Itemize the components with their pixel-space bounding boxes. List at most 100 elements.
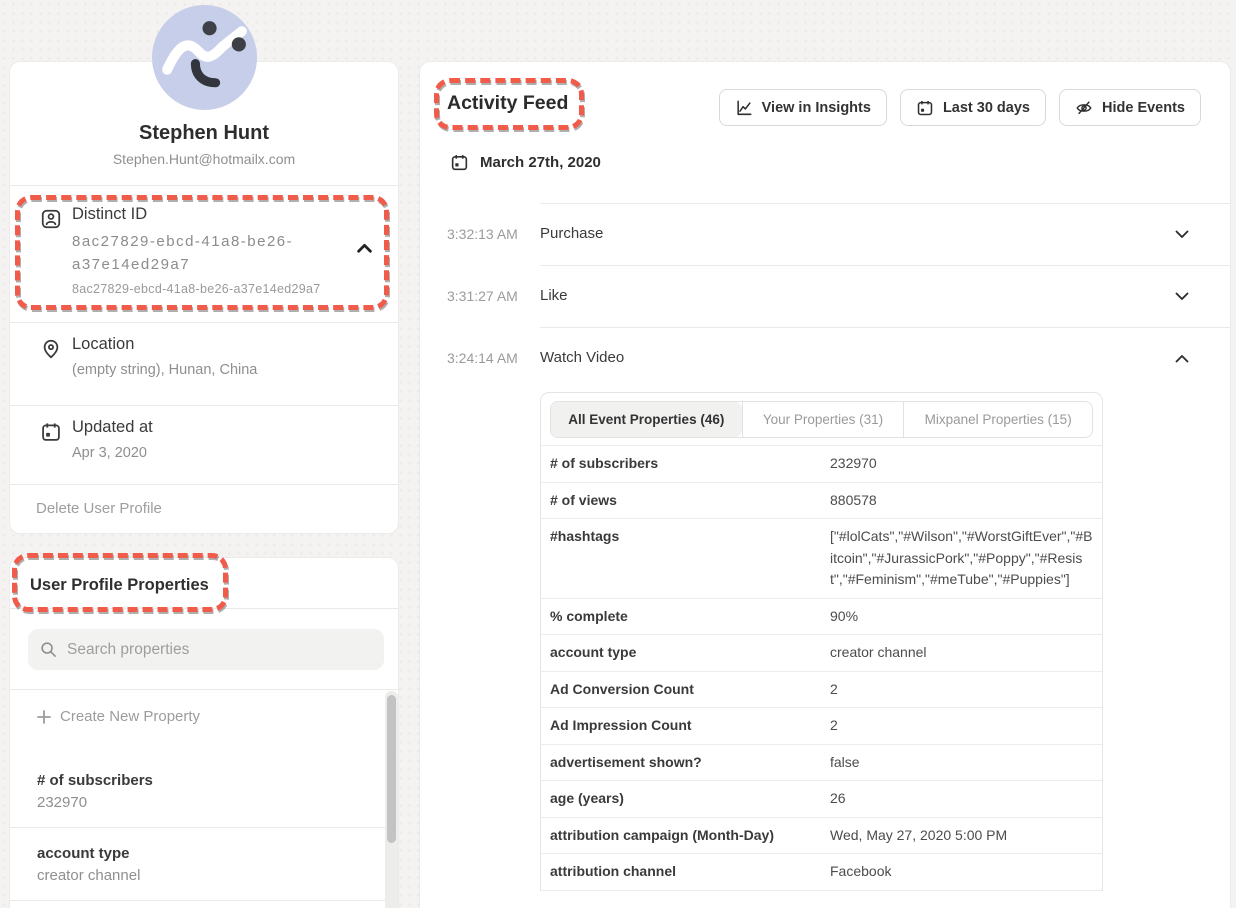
table-row: Ad Impression Count 2 [541,708,1102,745]
events-list: 3:32:13 AM Purchase 3:31:27 AM Like 3:24… [420,203,1230,891]
hide-events-button[interactable]: Hide Events [1059,89,1201,126]
property-name: account type [37,845,368,862]
search-icon [40,641,57,658]
property-label: # of subscribers [541,453,830,475]
hide-events-label: Hide Events [1102,100,1185,116]
divider [10,608,398,609]
line-chart-icon [735,99,753,117]
property-value: Wed, May 27, 2020 5:00 PM [830,825,1102,847]
property-label: attribution channel [541,861,830,883]
distinct-id-small-value: 8ac27829-ebcd-41a8-be26-a37e14ed29a7 [72,282,321,296]
property-value: 2 [830,679,1102,701]
activity-feed-card: Activity Feed View in Insights Last 30 d… [420,62,1230,908]
property-value: 880578 [830,490,1102,512]
property-value: 232970 [830,453,1102,475]
event-detail-panel: All Event Properties (46)Your Properties… [540,392,1103,891]
chevron-up-icon[interactable] [1175,354,1189,363]
list-item[interactable]: account type creator channel [10,828,398,901]
table-row: advertisement shown? false [541,745,1102,782]
table-row: # of views 880578 [541,483,1102,520]
distinct-id-label: Distinct ID [72,205,147,224]
property-label: % complete [541,606,830,628]
contact-card-icon [40,208,62,230]
property-value: creator channel [830,642,1102,664]
property-label: # of views [541,490,830,512]
chevron-down-icon[interactable] [1175,292,1189,301]
tab-your-properties[interactable]: Your Properties (31) [742,402,904,437]
event-properties-tabs: All Event Properties (46)Your Properties… [550,401,1093,438]
map-pin-icon [40,338,62,360]
property-value: creator channel [37,867,368,884]
property-label: age (years) [541,788,830,810]
divider [10,484,398,485]
user-profile-properties-card: User Profile Properties Create New Prope… [10,558,398,908]
property-label: advertisement shown? [541,752,830,774]
table-row: % complete 90% [541,599,1102,636]
property-name: # of subscribers [37,772,368,789]
table-row: # of subscribers 232970 [541,446,1102,483]
divider [10,185,398,186]
table-row: #hashtags ["#lolCats","#Wilson","#WorstG… [541,519,1102,599]
table-row: attribution channel Facebook [541,854,1102,891]
user-name: Stephen Hunt [10,122,398,145]
create-new-property-button[interactable]: Create New Property [10,690,398,739]
event-timestamp: 3:24:14 AM [447,350,518,366]
chevron-up-icon[interactable] [357,243,372,253]
calendar-icon [40,421,62,443]
event-name: Purchase [540,225,603,242]
property-label: Ad Conversion Count [541,679,830,701]
date-group-label: March 27th, 2020 [480,154,601,171]
property-value: 90% [830,606,1102,628]
updated-at-value: Apr 3, 2020 [72,445,147,461]
event-timestamp: 3:32:13 AM [447,226,518,242]
property-label: attribution campaign (Month-Day) [541,825,830,847]
scrollbar-track[interactable] [385,691,398,908]
updated-at-label: Updated at [72,418,153,437]
table-row: age (years) 26 [541,781,1102,818]
table-row: attribution campaign (Month-Day) Wed, Ma… [541,818,1102,855]
create-new-property-label: Create New Property [60,708,200,725]
property-label: account type [541,642,830,664]
calendar-icon [916,99,934,117]
eye-off-icon [1075,99,1093,117]
property-value: 232970 [37,794,368,811]
divider [10,405,398,406]
activity-toolbar: View in Insights Last 30 days Hide Event… [719,89,1201,126]
event-row[interactable]: 3:31:27 AM Like [420,266,1230,327]
list-item[interactable]: # of subscribers 232970 [10,755,398,828]
chevron-down-icon[interactable] [1175,230,1189,239]
event-row[interactable]: 3:24:14 AM Watch Video [420,328,1230,389]
calendar-icon [450,153,469,172]
property-label: #hashtags [541,526,830,591]
event-row[interactable]: 3:32:13 AM Purchase [420,204,1230,265]
scrollbar-thumb[interactable] [387,695,396,843]
location-value: (empty string), Hunan, China [72,362,257,378]
properties-list: Create New Property # of subscribers 232… [10,690,398,908]
table-row: Ad Conversion Count 2 [541,672,1102,709]
property-value: ["#lolCats","#Wilson","#WorstGiftEver","… [830,526,1102,591]
table-row: account type creator channel [541,635,1102,672]
properties-title: User Profile Properties [30,576,209,595]
date-range-button[interactable]: Last 30 days [900,89,1046,126]
date-group-header: March 27th, 2020 [450,153,601,172]
delete-user-profile-link[interactable]: Delete User Profile [36,500,162,517]
view-in-insights-label: View in Insights [762,100,871,116]
plus-icon [37,710,51,724]
property-value: Facebook [830,861,1102,883]
view-in-insights-button[interactable]: View in Insights [719,89,887,126]
search-properties-input[interactable] [67,641,372,659]
event-name: Watch Video [540,349,624,366]
activity-feed-title: Activity Feed [447,92,568,115]
search-properties-box[interactable] [28,629,384,670]
event-timestamp: 3:31:27 AM [447,288,518,304]
distinct-id-value: 8ac27829-ebcd-41a8-be26-a37e14ed29a7 [72,230,356,276]
property-value: 26 [830,788,1102,810]
event-name: Like [540,287,568,304]
event-properties-table: # of subscribers 232970 # of views 88057… [541,445,1102,891]
location-label: Location [72,335,134,354]
divider [10,322,398,323]
user-profile-card: Stephen Hunt Stephen.Hunt@hotmailx.com D… [10,62,398,533]
tab-all-event-properties[interactable]: All Event Properties (46) [551,402,742,437]
tab-mixpanel-properties[interactable]: Mixpanel Properties (15) [903,402,1092,437]
property-value: false [830,752,1102,774]
